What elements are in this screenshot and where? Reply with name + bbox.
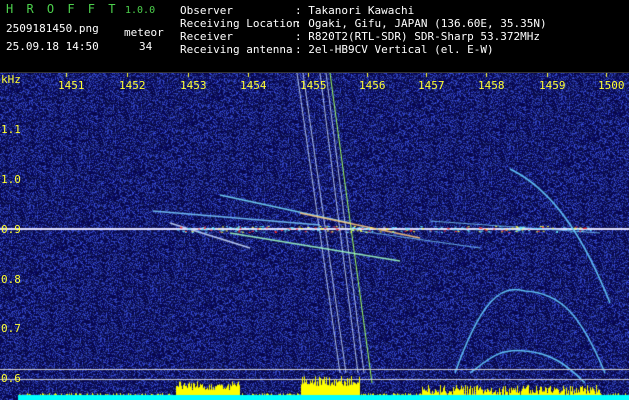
info-label-antenna: Receiving antenna: [180, 43, 293, 56]
info-value-location: : Ogaki, Gifu, JAPAN (136.60E, 35.35N): [295, 17, 547, 30]
meteor-count: 34: [139, 40, 153, 53]
x-tick-label: 1451: [58, 79, 85, 92]
x-tick-label: 1454: [240, 79, 267, 92]
spectrogram-canvas: [0, 73, 629, 400]
y-tick-label: 0.8: [1, 273, 21, 286]
x-tick-label: 1453: [180, 79, 207, 92]
x-tick-label: 1452: [119, 79, 146, 92]
info-value-receiver: : R820T2(RTL-SDR) SDR-Sharp 53.372MHz: [295, 30, 541, 43]
x-tick-label: 1458: [478, 79, 505, 92]
y-tick-label: 0.9: [1, 223, 21, 236]
app-name: H R O F F T: [6, 2, 119, 16]
file-name: 2509181450.png: [6, 22, 99, 35]
app-version: 1.0.0: [125, 5, 156, 16]
x-tick-label: 1457: [418, 79, 445, 92]
x-tick-label: 1500: [598, 79, 625, 92]
info-value-observer: : Takanori Kawachi: [295, 4, 415, 17]
info-label-observer: Observer: [180, 4, 233, 17]
meteor-label: meteor: [124, 26, 164, 39]
x-tick-label: 1455: [300, 79, 327, 92]
y-tick-label: 0.7: [1, 322, 21, 335]
x-tick-label: 1456: [359, 79, 386, 92]
y-tick-label: 0.6: [1, 372, 21, 385]
y-tick-label: 1.1: [1, 123, 21, 136]
file-datetime: 25.09.18 14:50: [6, 40, 99, 53]
y-tick-label: 1.0: [1, 173, 21, 186]
header-panel: H R O F F T 1.0.0 2509181450.png 25.09.1…: [0, 0, 629, 72]
info-value-antenna: : 2el-HB9CV Vertical (el. E-W): [295, 43, 494, 56]
info-label-location: Receiving Location: [180, 17, 300, 30]
x-unit-label: kHz: [1, 73, 21, 86]
info-label-receiver: Receiver: [180, 30, 233, 43]
x-tick-label: 1459: [539, 79, 566, 92]
